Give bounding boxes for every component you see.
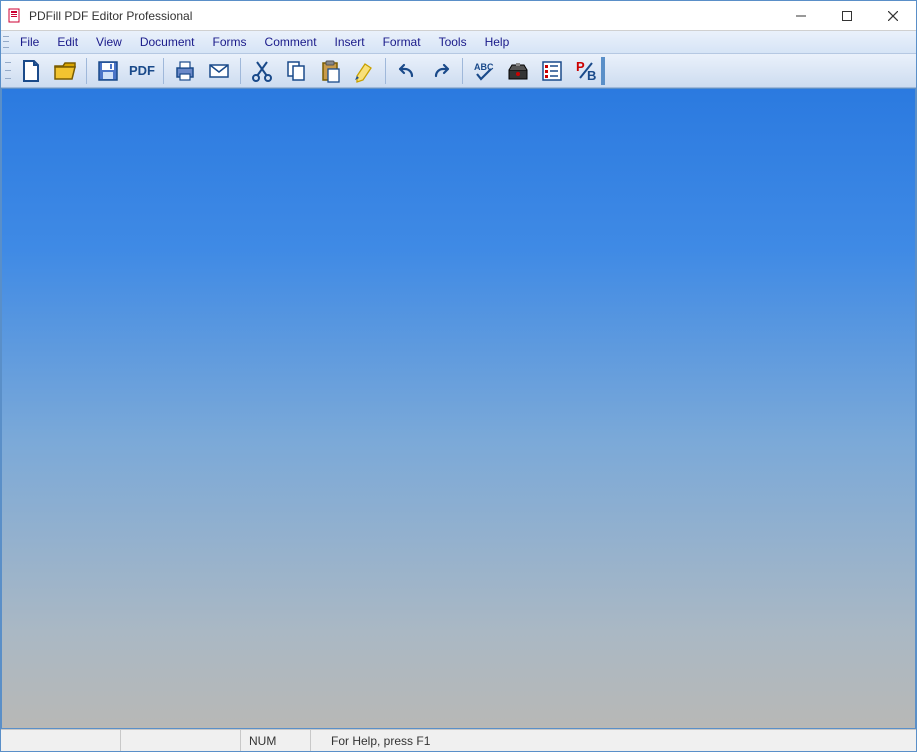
open-file-button[interactable] (48, 56, 82, 86)
undo-button[interactable] (390, 56, 424, 86)
status-cell-2 (121, 730, 241, 751)
toolbar-grip (5, 59, 11, 83)
menu-document[interactable]: Document (131, 33, 204, 51)
menu-view[interactable]: View (87, 33, 131, 51)
copy-button[interactable] (279, 56, 313, 86)
paste-button[interactable] (313, 56, 347, 86)
window-controls (778, 1, 916, 30)
toolbar-separator (240, 58, 241, 84)
cut-button[interactable] (245, 56, 279, 86)
menu-forms[interactable]: Forms (204, 33, 256, 51)
status-numlock: NUM (241, 730, 311, 751)
toolbar-end-grip (601, 57, 605, 85)
maximize-button[interactable] (824, 1, 870, 30)
menu-tools[interactable]: Tools (430, 33, 476, 51)
toolbox-button[interactable] (501, 56, 535, 86)
statusbar: NUM For Help, press F1 (1, 729, 916, 751)
highlight-button[interactable] (347, 56, 381, 86)
status-cell-1 (1, 730, 121, 751)
save-as-pdf-button[interactable]: PDF (125, 56, 159, 86)
minimize-button[interactable] (778, 1, 824, 30)
print-button[interactable] (168, 56, 202, 86)
redo-button[interactable] (424, 56, 458, 86)
pb-toggle-button[interactable]: PB (569, 56, 603, 86)
menu-edit[interactable]: Edit (48, 33, 87, 51)
toolbar: PDF ABC PB (1, 54, 916, 88)
svg-text:B: B (587, 68, 596, 83)
spellcheck-button[interactable]: ABC (467, 56, 501, 86)
menu-format[interactable]: Format (374, 33, 430, 51)
new-file-button[interactable] (14, 56, 48, 86)
document-canvas[interactable] (1, 88, 916, 729)
menubar: File Edit View Document Forms Comment In… (1, 31, 916, 54)
window-title: PDFill PDF Editor Professional (29, 9, 778, 23)
app-icon (7, 8, 23, 24)
titlebar: PDFill PDF Editor Professional (1, 1, 916, 31)
pdf-label: PDF (125, 63, 159, 78)
email-button[interactable] (202, 56, 236, 86)
menu-comment[interactable]: Comment (256, 33, 326, 51)
toolbar-separator (163, 58, 164, 84)
toolbar-separator (462, 58, 463, 84)
menubar-grip (3, 34, 9, 50)
toolbar-separator (86, 58, 87, 84)
menu-insert[interactable]: Insert (326, 33, 374, 51)
close-button[interactable] (870, 1, 916, 30)
save-button[interactable] (91, 56, 125, 86)
status-help: For Help, press F1 (311, 730, 916, 751)
menu-help[interactable]: Help (476, 33, 519, 51)
svg-text:P: P (576, 59, 585, 74)
toolbar-separator (385, 58, 386, 84)
menu-file[interactable]: File (11, 33, 48, 51)
form-list-button[interactable] (535, 56, 569, 86)
